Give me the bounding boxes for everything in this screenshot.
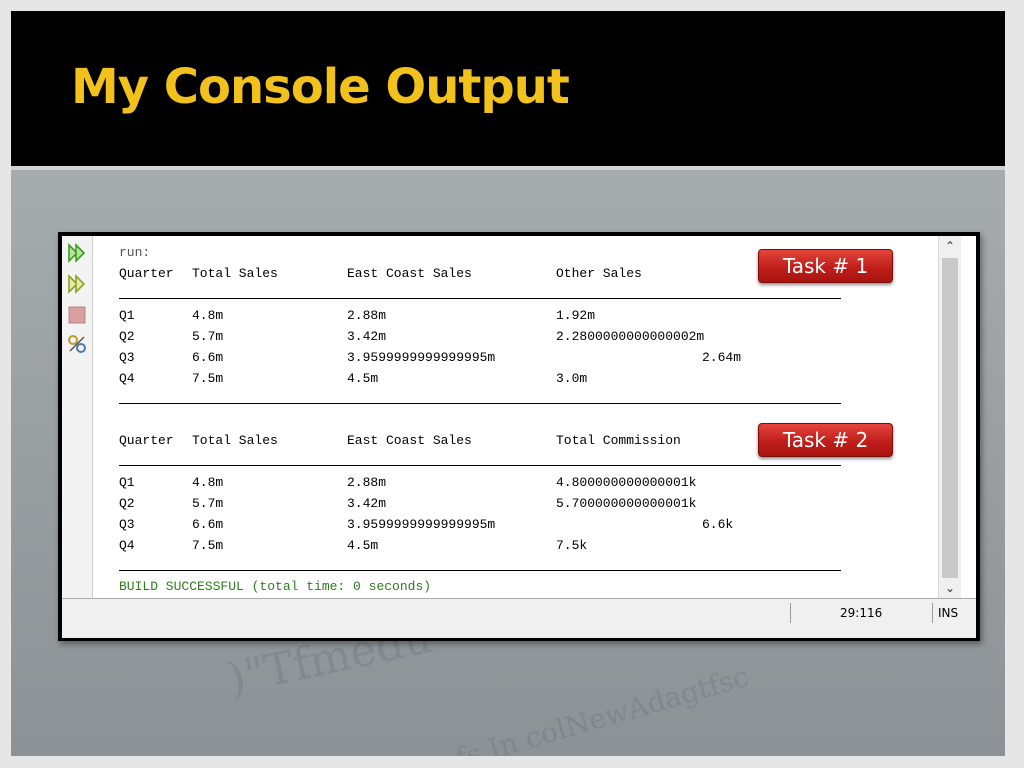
scroll-up-icon[interactable]: ⌃ [939,236,961,256]
task1-header-row: Quarter Total Sales East Coast Sales Oth… [119,266,642,282]
total-sales-cell: 5.7m [192,496,224,511]
console-toolbar [62,236,93,598]
stop-icon[interactable] [66,304,88,326]
table-row: Q4 7.5m 4.5m 7.5k [119,538,587,554]
task2-header-row: Quarter Total Sales East Coast Sales Tot… [119,433,681,449]
title-divider [11,166,1005,170]
quarter-cell: Q1 [119,475,135,490]
run-label: run: [119,245,151,260]
rerun-icon[interactable] [66,242,88,264]
console-output[interactable]: run: Quarter Total Sales East Coast Sale… [93,236,937,598]
console-panel: run: Quarter Total Sales East Coast Sale… [62,236,976,638]
column-header: Other Sales [556,266,642,281]
quarter-cell: Q4 [119,538,135,553]
title-bar: My Console Output [11,11,1005,166]
column-header: Total Commission [556,433,681,448]
quarter-cell: Q3 [119,350,135,365]
east-coast-sales-cell: 3.9599999999999995m [347,517,496,532]
console-window: run: Quarter Total Sales East Coast Sale… [58,232,980,641]
quarter-cell: Q2 [119,329,135,344]
column-header: Total Sales [192,266,278,281]
total-sales-cell: 7.5m [192,538,224,553]
separator-line [119,570,841,571]
slide-title: My Console Output [71,59,570,115]
table-row: Q2 5.7m 3.42m 5.700000000000001k [119,496,696,512]
status-separator [790,603,791,623]
quarter-cell: Q3 [119,517,135,532]
total-commission-cell: 7.5k [556,538,588,553]
task-1-badge: Task # 1 [758,249,893,283]
vertical-scrollbar[interactable]: ⌃ ⌄ [938,236,961,598]
total-sales-cell: 4.8m [192,475,224,490]
column-header: East Coast Sales [347,266,472,281]
table-row: Q1 4.8m 2.88m 4.800000000000001k [119,475,696,491]
east-coast-sales-cell: 3.42m [347,496,387,511]
column-header: Total Sales [192,433,278,448]
table-row: Q3 6.6m 3.9599999999999995m 6.6k [119,517,733,533]
total-sales-cell: 5.7m [192,329,224,344]
cursor-position: 29:116 [840,606,883,620]
total-sales-cell: 6.6m [192,517,224,532]
total-commission-cell: 5.700000000000001k [556,496,697,511]
quarter-cell: Q1 [119,308,135,323]
east-coast-sales-cell: 4.5m [347,371,379,386]
other-sales-cell: 2.2800000000000002m [556,329,705,344]
east-coast-sales-cell: 3.42m [347,329,387,344]
east-coast-sales-cell: 3.9599999999999995m [347,350,496,365]
status-separator [932,603,933,623]
separator-line [119,403,841,404]
slide: My Console Output )"Tfmedu fs In colNewA… [11,11,1005,756]
total-sales-cell: 6.6m [192,350,224,365]
quarter-cell: Q4 [119,371,135,386]
separator-line [119,298,841,299]
column-header: Quarter [119,266,174,281]
table-row: Q2 5.7m 3.42m 2.2800000000000002m [119,329,704,345]
total-sales-cell: 4.8m [192,308,224,323]
separator-line [119,465,841,466]
other-sales-cell: 1.92m [556,308,596,323]
rerun-with-options-icon[interactable] [66,273,88,295]
build-status-message: BUILD SUCCESSFUL (total time: 0 seconds) [119,579,432,594]
background-code-decoration: fs In colNewAdagtfsc [452,659,753,756]
column-header: East Coast Sales [347,433,472,448]
other-sales-cell: 2.64m [702,350,742,365]
task-2-badge: Task # 2 [758,423,893,457]
quarter-cell: Q2 [119,496,135,511]
east-coast-sales-cell: 2.88m [347,308,387,323]
east-coast-sales-cell: 4.5m [347,538,379,553]
total-sales-cell: 7.5m [192,371,224,386]
panel-edge [961,236,976,598]
status-bar: 29:116 INS [62,598,976,638]
insert-mode-indicator[interactable]: INS [938,606,958,620]
total-commission-cell: 6.6k [702,517,734,532]
scrollbar-thumb[interactable] [942,258,958,578]
total-commission-cell: 4.800000000000001k [556,475,697,490]
other-sales-cell: 3.0m [556,371,588,386]
table-row: Q1 4.8m 2.88m 1.92m [119,308,595,324]
settings-icon[interactable] [66,333,88,355]
scroll-down-icon[interactable]: ⌄ [939,578,961,598]
table-row: Q3 6.6m 3.9599999999999995m 2.64m [119,350,741,366]
east-coast-sales-cell: 2.88m [347,475,387,490]
table-row: Q4 7.5m 4.5m 3.0m [119,371,587,387]
column-header: Quarter [119,433,174,448]
